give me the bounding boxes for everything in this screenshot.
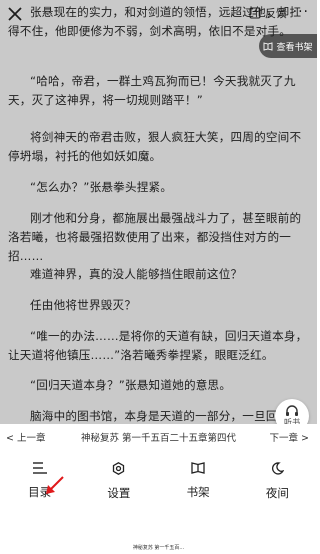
reader-page[interactable]: 反馈 ··· 查看书架 张悬现在的实力，和对剑道的领悟，远超过他，却扛得不住，他… — [0, 0, 317, 424]
paragraph: “回归天道本身？”张悬知道她的意思。 — [30, 378, 232, 392]
paragraph: 脑海中的图书馆，本身是天道的一部分，一旦回归，天道等于彻底完整了，或许就可以修复… — [30, 409, 301, 423]
paragraph: 刚才他和分身，都施展出最强战斗力了，甚至眼前的洛若曦，也将最强招数使用了出来，都… — [8, 211, 302, 263]
book-icon — [264, 42, 273, 51]
moon-icon — [271, 462, 284, 475]
annotation-arrow-icon — [46, 476, 64, 494]
bottom-status-strip: 神秘复苏 第一千五百... — [0, 528, 317, 554]
book-icon — [191, 462, 205, 474]
tab-bookshelf[interactable]: 书架 — [159, 448, 238, 528]
tab-settings-label: 设置 — [107, 486, 131, 500]
paragraph: 难道神界，真的没人能够挡住眼前这位？ — [30, 267, 243, 281]
tab-bookshelf-label: 书架 — [186, 485, 210, 499]
tab-night-mode[interactable]: 夜间 — [238, 448, 317, 528]
list-icon — [32, 462, 47, 474]
paragraph: 任由他将世界毁灭？ — [30, 298, 137, 312]
view-shelf-label: 查看书架 — [276, 42, 313, 53]
paragraph: “哈哈，帝君，一群土鸡瓦狗而已！今天我就灭了九天，灭了这神界，将一切规则踏平！” — [8, 74, 296, 107]
next-chapter-link[interactable]: 下一章 > — [270, 430, 309, 444]
tab-catalog[interactable]: 目录 — [0, 448, 79, 528]
paragraph: “怎么办？”张悬拳头捏紧。 — [30, 180, 173, 194]
chapter-nav-bar: < 上一章 神秘复苏 第一千五百二十五章第四代 下一章 > — [0, 424, 317, 448]
tab-settings[interactable]: 设置 — [79, 448, 158, 528]
gear-icon — [113, 462, 125, 475]
paragraph: 张悬现在的实力，和对剑道的领悟，远超过他，却扛得不住，他即便修为不弱，剑术高明，… — [8, 5, 302, 38]
headphones-icon — [286, 405, 298, 416]
bottom-strip-text: 神秘复苏 第一千五百... — [132, 545, 185, 551]
tab-night-mode-label: 夜间 — [265, 486, 289, 500]
paragraph: 将剑神天的帝君击败，狠人疯狂大笑，四周的空间不停坍塌，衬托的他如妖如魔。 — [8, 130, 302, 163]
paragraph: “唯一的办法……是将你的天道有缺，回归天道本身，让天道将他镇压……”洛若曦秀拳捏… — [8, 329, 308, 362]
